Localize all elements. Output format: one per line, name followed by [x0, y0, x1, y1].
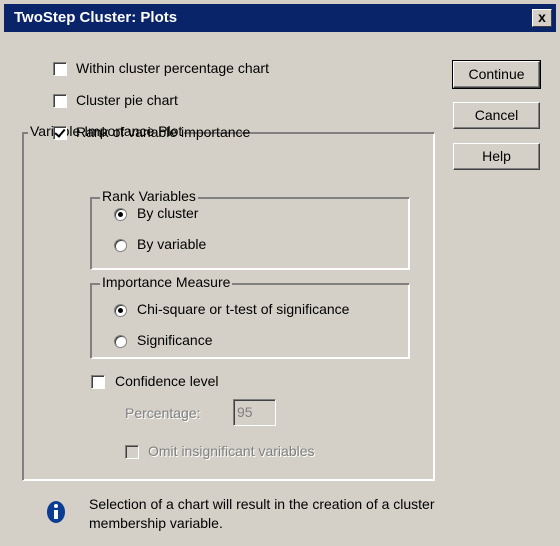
- within-cluster-checkbox[interactable]: [53, 62, 67, 76]
- help-label: Help: [482, 148, 511, 164]
- continue-button[interactable]: Continue: [452, 60, 541, 89]
- significance-label[interactable]: Significance: [137, 332, 213, 348]
- cancel-label: Cancel: [474, 107, 519, 123]
- significance-radio[interactable]: [114, 335, 127, 348]
- by-cluster-radio[interactable]: [114, 208, 127, 221]
- close-icon: x: [538, 9, 546, 25]
- by-variable-label[interactable]: By variable: [137, 236, 206, 252]
- within-cluster-label[interactable]: Within cluster percentage chart: [76, 60, 269, 76]
- cancel-button[interactable]: Cancel: [453, 102, 540, 129]
- importance-measure-title: Importance Measure: [100, 274, 233, 290]
- by-variable-radio[interactable]: [114, 239, 127, 252]
- omit-insignificant-label[interactable]: Omit insignificant variables: [148, 443, 315, 459]
- rank-importance-checkbox[interactable]: [53, 126, 67, 140]
- dialog-title: TwoStep Cluster: Plots: [14, 9, 178, 26]
- pie-chart-label[interactable]: Cluster pie chart: [76, 92, 178, 108]
- close-button[interactable]: x: [532, 9, 552, 27]
- rank-importance-label[interactable]: Rank of variable importance: [76, 124, 250, 140]
- by-cluster-label[interactable]: By cluster: [137, 205, 198, 221]
- chi-square-radio[interactable]: [114, 304, 127, 317]
- title-bar[interactable]: TwoStep Cluster: Plots x: [4, 4, 556, 32]
- info-text-line2: membership variable.: [89, 515, 223, 531]
- omit-insignificant-checkbox[interactable]: [125, 445, 139, 459]
- confidence-level-checkbox[interactable]: [91, 375, 105, 389]
- continue-label: Continue: [468, 66, 525, 82]
- chi-square-label[interactable]: Chi-square or t-test of significance: [137, 301, 349, 317]
- confidence-level-label[interactable]: Confidence level: [115, 373, 219, 389]
- info-icon: [47, 501, 65, 523]
- percentage-input[interactable]: 95: [233, 399, 276, 426]
- info-text-line1: Selection of a chart will result in the …: [89, 496, 435, 512]
- pie-chart-checkbox[interactable]: [53, 94, 67, 108]
- help-button[interactable]: Help: [453, 143, 540, 170]
- dialog-window: TwoStep Cluster: Plots x Within cluster …: [0, 0, 560, 546]
- percentage-label: Percentage:: [125, 405, 201, 421]
- rank-variables-title: Rank Variables: [100, 188, 198, 204]
